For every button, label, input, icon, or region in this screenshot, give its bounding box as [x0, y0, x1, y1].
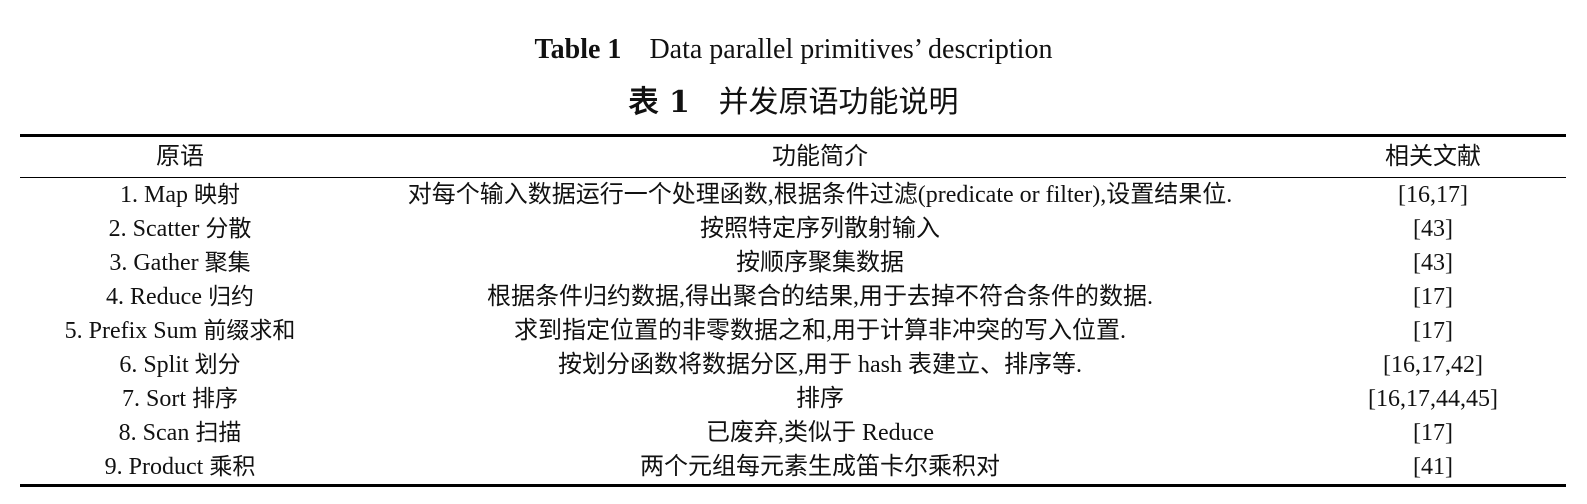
primitive-cell: 4. Reduce 归约 [20, 280, 340, 314]
references-cell: [16,17,42] [1383, 352, 1483, 378]
references-cell: [41] [1413, 454, 1453, 480]
table-row: 9. Product 乘积 两个元组每元素生成笛卡尔乘积对 [41] [20, 450, 1566, 486]
primitive-name-zh: 划分 [194, 352, 241, 378]
primitive-name-zh: 归约 [207, 284, 254, 310]
primitive-name-zh: 分散 [205, 216, 252, 242]
references-cell: [43] [1413, 216, 1453, 242]
primitive-cell: 5. Prefix Sum 前缀求和 [20, 314, 340, 348]
primitive-cell: 2. Scatter 分散 [20, 212, 340, 246]
primitive-name-en: 8. Scan [118, 420, 190, 446]
table-label-english: Table 1 [534, 34, 622, 65]
references-cell: [17] [1413, 318, 1453, 344]
description-cell: 对每个输入数据运行一个处理函数,根据条件过滤(predicate or filt… [407, 182, 1233, 208]
primitive-name-en: 9. Product [104, 454, 204, 480]
table-row: 4. Reduce 归约 根据条件归约数据,得出聚合的结果,用于去掉不符合条件的… [20, 280, 1566, 314]
table-body: 1. Map 映射 对每个输入数据运行一个处理函数,根据条件过滤(predica… [20, 178, 1566, 486]
description-cell: 排序 [796, 386, 844, 412]
references-cell: [16,17,44,45] [1368, 386, 1498, 412]
primitive-name-en: 6. Split [119, 352, 189, 378]
references-cell: [16,17] [1398, 182, 1468, 208]
table-title-english: Data parallel primitives’ description [649, 34, 1053, 65]
primitive-name-en: 2. Scatter [108, 216, 200, 242]
primitive-cell: 9. Product 乘积 [20, 450, 340, 486]
table-row: 6. Split 划分 按划分函数将数据分区,用于 hash 表建立、排序等. … [20, 348, 1566, 382]
table-row: 7. Sort 排序 排序 [16,17,44,45] [20, 382, 1566, 416]
primitive-cell: 7. Sort 排序 [20, 382, 340, 416]
primitive-name-zh: 排序 [192, 386, 238, 412]
primitives-table: 原语 功能简介 相关文献 1. Map 映射 对每个输入数据运行一个处理函数,根… [20, 134, 1566, 487]
primitive-name-zh: 乘积 [209, 454, 256, 480]
primitive-name-en: 5. Prefix Sum [64, 318, 198, 344]
primitive-name-zh: 聚集 [204, 250, 251, 276]
table-row: 5. Prefix Sum 前缀求和 求到指定位置的非零数据之和,用于计算非冲突… [20, 314, 1566, 348]
primitive-name-en: 3. Gather [109, 250, 199, 276]
description-cell: 已废弃,类似于 Reduce [706, 420, 934, 446]
primitive-cell: 6. Split 划分 [20, 348, 340, 382]
header-primitive: 原语 [156, 144, 204, 170]
table-label-chinese: 表 1 [628, 85, 690, 120]
references-cell: [17] [1413, 420, 1453, 446]
primitive-cell: 8. Scan 扫描 [20, 416, 340, 450]
table-caption-chinese: 表 1 并发原语功能说明 [0, 82, 1587, 124]
description-cell: 按顺序聚集数据 [736, 250, 904, 276]
description-cell: 两个元组每元素生成笛卡尔乘积对 [640, 454, 1000, 480]
primitive-name-en: 4. Reduce [106, 284, 202, 310]
table-row: 3. Gather 聚集 按顺序聚集数据 [43] [20, 246, 1566, 280]
table-caption-english: Table 1 Data parallel primitives’ descri… [0, 30, 1587, 70]
primitive-name-en: 7. Sort [121, 386, 186, 412]
table-title-chinese: 并发原语功能说明 [718, 85, 959, 120]
table-row: 2. Scatter 分散 按照特定序列散射输入 [43] [20, 212, 1566, 246]
table-row: 8. Scan 扫描 已废弃,类似于 Reduce [17] [20, 416, 1566, 450]
table-row: 1. Map 映射 对每个输入数据运行一个处理函数,根据条件过滤(predica… [20, 178, 1566, 213]
header-description: 功能简介 [772, 144, 868, 170]
description-cell: 按照特定序列散射输入 [700, 216, 940, 242]
references-cell: [17] [1413, 284, 1453, 310]
description-cell: 求到指定位置的非零数据之和,用于计算非冲突的写入位置. [514, 318, 1126, 344]
description-cell: 按划分函数将数据分区,用于 hash 表建立、排序等. [558, 352, 1082, 378]
primitives-table-container: 原语 功能简介 相关文献 1. Map 映射 对每个输入数据运行一个处理函数,根… [20, 134, 1566, 487]
primitive-name-zh: 映射 [194, 182, 240, 208]
references-cell: [43] [1413, 250, 1453, 276]
primitive-name-zh: 扫描 [195, 420, 242, 446]
description-cell: 根据条件归约数据,得出聚合的结果,用于去掉不符合条件的数据. [487, 284, 1153, 310]
primitive-name-en: 1. Map [120, 182, 188, 208]
primitive-cell: 1. Map 映射 [20, 178, 340, 213]
header-references: 相关文献 [1385, 144, 1481, 170]
primitive-cell: 3. Gather 聚集 [20, 246, 340, 280]
table-header-row: 原语 功能简介 相关文献 [20, 135, 1566, 178]
primitive-name-zh: 前缀求和 [203, 318, 296, 344]
